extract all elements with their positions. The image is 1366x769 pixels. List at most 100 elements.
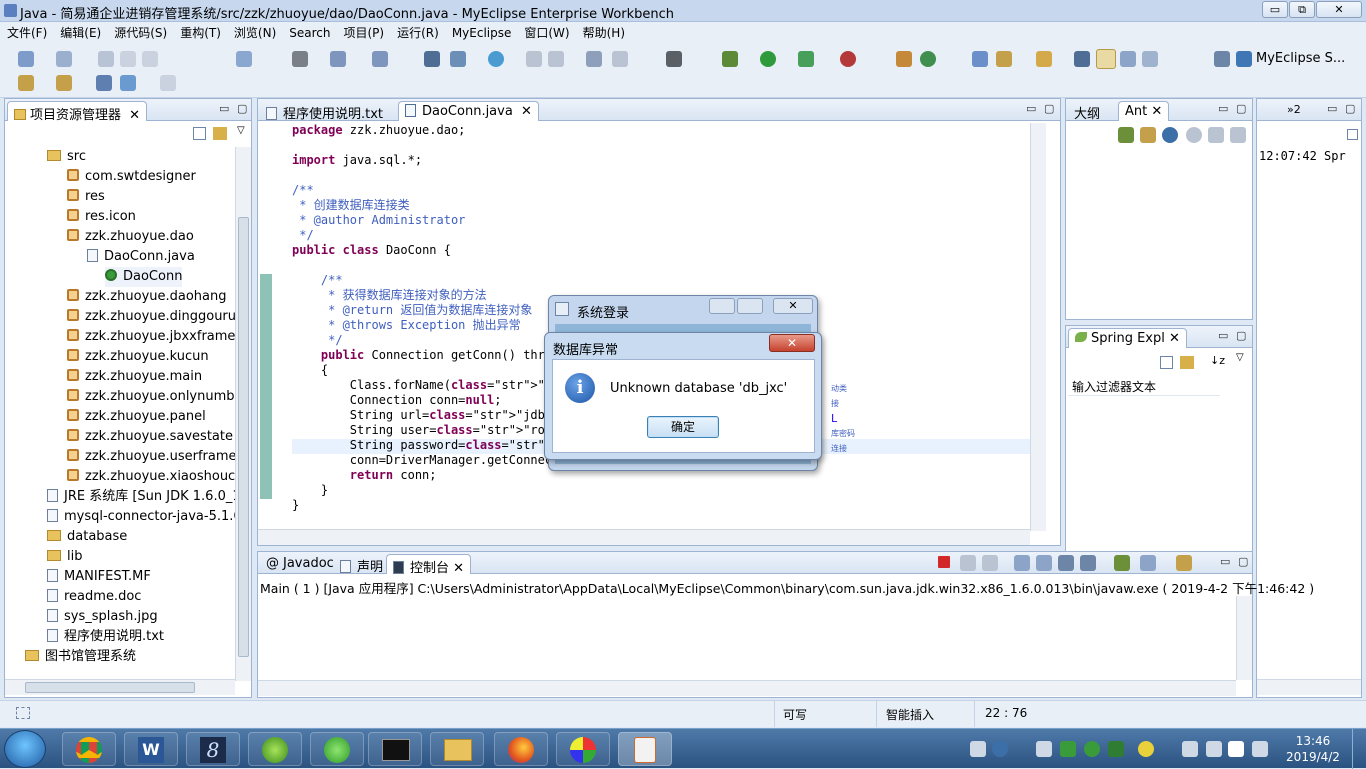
new-icon[interactable] bbox=[18, 51, 34, 67]
scroll-lock-icon[interactable] bbox=[1036, 555, 1052, 571]
minimize-icon[interactable]: ▭ bbox=[1218, 102, 1228, 115]
maximize-icon[interactable]: ▢ bbox=[237, 102, 247, 115]
open-type-icon[interactable] bbox=[236, 51, 252, 67]
remove-all-icon[interactable] bbox=[1230, 127, 1246, 143]
scroll-thumb[interactable] bbox=[238, 217, 249, 657]
gear-icon[interactable] bbox=[612, 51, 628, 67]
class-icon[interactable] bbox=[896, 51, 912, 67]
word-wrap-icon[interactable] bbox=[1058, 555, 1074, 571]
link-icon[interactable] bbox=[1180, 356, 1194, 369]
menu-edit[interactable]: 编辑(E) bbox=[53, 22, 107, 41]
folder-icon[interactable] bbox=[1036, 51, 1052, 67]
tray-icon[interactable] bbox=[1036, 741, 1052, 757]
close-button[interactable]: ✕ bbox=[1316, 1, 1362, 18]
tree-item[interactable]: lib bbox=[47, 547, 82, 567]
tray-plus-icon[interactable] bbox=[1138, 741, 1154, 757]
remove-icon[interactable] bbox=[1208, 127, 1224, 143]
pin-console-icon[interactable] bbox=[1114, 555, 1130, 571]
globe-icon[interactable] bbox=[488, 51, 504, 67]
annotation-icon[interactable] bbox=[18, 75, 34, 91]
save-all-icon[interactable] bbox=[120, 51, 136, 67]
taskbar-chrome[interactable] bbox=[62, 732, 116, 766]
extra-hscroll[interactable] bbox=[1257, 679, 1361, 695]
shield-icon[interactable] bbox=[1108, 741, 1124, 757]
clear-console-icon[interactable] bbox=[1014, 555, 1030, 571]
tab-console[interactable]: 控制台 ✕ bbox=[386, 554, 472, 576]
server-icon[interactable] bbox=[292, 51, 308, 67]
console-hscroll[interactable] bbox=[258, 680, 1236, 696]
taskbar-paint[interactable] bbox=[556, 732, 610, 766]
perspective-icon[interactable] bbox=[1214, 51, 1230, 67]
tree-item[interactable]: zzk.zhuoyue.onlynumber bbox=[67, 387, 235, 407]
tree-item[interactable]: zzk.zhuoyue.userframe bbox=[67, 447, 235, 467]
close-icon[interactable]: ✕ bbox=[1169, 331, 1180, 346]
next-annotation-icon[interactable] bbox=[56, 75, 72, 91]
tab-project-explorer[interactable]: 项目资源管理器 ✕ bbox=[7, 101, 148, 123]
back-icon[interactable] bbox=[120, 75, 136, 91]
tree-item[interactable]: zzk.zhuoyue.panel bbox=[67, 407, 206, 427]
minimize-icon[interactable]: ▭ bbox=[1218, 329, 1228, 342]
tree-item[interactable]: mysql-connector-java-5.1.6-b bbox=[47, 507, 235, 527]
error-close-button[interactable]: ✕ bbox=[769, 334, 815, 352]
db-icon[interactable] bbox=[424, 51, 440, 67]
tree-item[interactable]: zzk.zhuoyue.jbxxframe bbox=[67, 327, 235, 347]
taskbar-java[interactable] bbox=[618, 732, 672, 766]
hscroll-thumb[interactable] bbox=[25, 682, 195, 693]
search-icon[interactable] bbox=[372, 51, 388, 67]
close-icon[interactable]: ✕ bbox=[453, 561, 464, 576]
remove-launch-icon[interactable] bbox=[960, 555, 976, 571]
tree-item[interactable]: res bbox=[67, 187, 105, 207]
menu-project[interactable]: 项目(P) bbox=[337, 22, 391, 41]
camera-icon[interactable] bbox=[666, 51, 682, 67]
close-icon[interactable]: ✕ bbox=[521, 104, 532, 119]
menu-myeclipse[interactable]: MyEclipse bbox=[445, 24, 518, 40]
taskbar-cmd[interactable] bbox=[368, 732, 422, 766]
pin-icon[interactable] bbox=[1074, 51, 1090, 67]
tree-item[interactable]: sys_splash.jpg bbox=[47, 607, 158, 627]
taskbar-word[interactable]: W bbox=[124, 732, 178, 766]
maximize-icon[interactable]: ▢ bbox=[1236, 102, 1246, 115]
taskbar-firefox[interactable] bbox=[494, 732, 548, 766]
minimize-button[interactable]: ▭ bbox=[1262, 1, 1288, 18]
stop-icon[interactable] bbox=[840, 51, 856, 67]
menu-search[interactable]: Search bbox=[282, 24, 336, 40]
minimize-icon[interactable]: ▭ bbox=[1026, 102, 1036, 115]
keyboard-icon[interactable] bbox=[970, 741, 986, 757]
forward-icon[interactable] bbox=[160, 75, 176, 91]
refresh-icon[interactable] bbox=[548, 51, 564, 67]
tree-item[interactable]: zzk.zhuoyue.daohang bbox=[67, 287, 227, 307]
taskbar-ie[interactable] bbox=[310, 732, 364, 766]
flag-icon[interactable] bbox=[1182, 741, 1198, 757]
remove-all-icon[interactable] bbox=[982, 555, 998, 571]
run-icon[interactable] bbox=[760, 51, 776, 67]
view-menu-icon[interactable]: ▽ bbox=[1236, 352, 1244, 363]
tab-daoconn[interactable]: DaoConn.java ✕ bbox=[398, 101, 539, 121]
editor-hscroll[interactable] bbox=[258, 529, 1030, 545]
clock[interactable]: 13:46 2019/4/2 bbox=[1278, 733, 1348, 765]
menu-source[interactable]: 源代码(S) bbox=[107, 22, 173, 41]
minimize-icon[interactable]: ▭ bbox=[219, 102, 229, 115]
tray-square-icon[interactable] bbox=[1206, 741, 1222, 757]
debug-icon[interactable] bbox=[722, 51, 738, 67]
menu-help[interactable]: 帮助(H) bbox=[576, 22, 631, 41]
tab-declaration[interactable]: 声明 bbox=[334, 554, 389, 575]
network-icon[interactable] bbox=[1228, 741, 1244, 757]
collapse-all-icon[interactable] bbox=[193, 127, 206, 140]
box-icon[interactable] bbox=[1347, 129, 1358, 140]
terminate-icon[interactable] bbox=[938, 556, 950, 568]
console-vscroll[interactable] bbox=[1236, 596, 1252, 680]
view-menu-icon[interactable]: ▽ bbox=[237, 125, 245, 136]
link-editor-icon[interactable] bbox=[213, 127, 227, 140]
editor-vscroll[interactable] bbox=[1030, 123, 1046, 531]
tree-item[interactable]: 图书馆管理系统 bbox=[25, 647, 136, 667]
tab-overflow[interactable]: »2 bbox=[1281, 101, 1307, 121]
new-type-icon[interactable] bbox=[56, 51, 72, 67]
open-console-icon[interactable] bbox=[1176, 555, 1192, 571]
tab-javadoc[interactable]: @ Javadoc bbox=[260, 554, 340, 574]
maximize-icon[interactable]: ▢ bbox=[1238, 555, 1248, 568]
save-icon[interactable] bbox=[98, 51, 114, 67]
explorer-vscroll[interactable] bbox=[235, 147, 251, 681]
menu-file[interactable]: 文件(F) bbox=[0, 22, 53, 41]
cut-icon[interactable] bbox=[526, 51, 542, 67]
close-icon[interactable]: ✕ bbox=[1151, 104, 1162, 119]
